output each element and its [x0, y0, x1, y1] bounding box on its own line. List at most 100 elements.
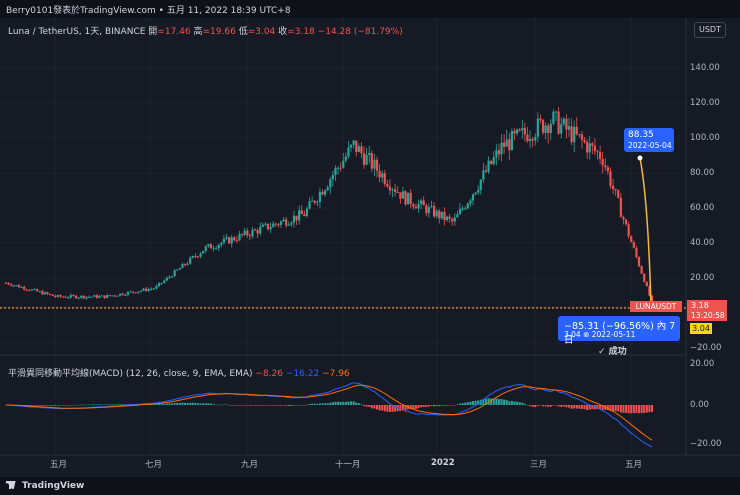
- macd-histogram-bar: [575, 405, 578, 409]
- macd-histogram-bar: [344, 401, 347, 405]
- macd-histogram-bar: [121, 404, 124, 405]
- candle-body: [500, 142, 503, 155]
- macd-histogram-bar: [466, 402, 469, 405]
- candle-body: [339, 167, 342, 169]
- macd-histogram-bar: [505, 399, 508, 405]
- candle-body: [368, 153, 371, 155]
- candle-body: [591, 143, 594, 146]
- macd-histogram-bar: [531, 405, 534, 407]
- macd-histogram-bar: [388, 405, 391, 412]
- candle-body: [409, 192, 412, 205]
- currency-button[interactable]: USDT: [694, 22, 726, 38]
- candle-body: [220, 242, 223, 245]
- price-tick: 80.00: [690, 168, 715, 178]
- candle-body: [142, 288, 145, 291]
- chart-canvas[interactable]: [0, 0, 740, 495]
- macd-histogram-bar: [171, 403, 174, 405]
- macd-histogram-bar: [196, 403, 199, 405]
- macd-histogram-bar: [238, 405, 241, 406]
- candle-body: [82, 295, 85, 299]
- macd-histogram-bar: [103, 404, 106, 406]
- macd-histogram-bar: [259, 405, 262, 406]
- macd-histogram-bar: [62, 405, 65, 406]
- legend-symbol: Luna / TetherUS, 1天, BINANCE: [8, 27, 146, 37]
- candle-body: [209, 244, 213, 249]
- candle-body: [38, 291, 41, 293]
- macd-histogram-bar: [95, 404, 98, 406]
- candle-body: [33, 289, 36, 291]
- macd-histogram-bar: [557, 405, 560, 407]
- candle-body: [72, 294, 75, 296]
- candle-body: [98, 296, 101, 298]
- macd-histogram-bar: [72, 404, 75, 406]
- candle-body: [90, 296, 93, 298]
- macd-histogram-bar: [246, 405, 249, 406]
- macd-histogram-bar: [305, 404, 308, 406]
- candle-body: [534, 136, 537, 141]
- macd-histogram-bar: [75, 404, 78, 406]
- candle-body: [430, 205, 433, 207]
- candle-body: [560, 124, 563, 134]
- macd-histogram-bar: [80, 404, 83, 406]
- candle-body: [137, 291, 140, 293]
- macd-histogram-bar: [168, 403, 171, 405]
- candle-body: [108, 295, 111, 297]
- candle-body: [425, 205, 428, 214]
- macd-histogram-bar: [272, 405, 275, 406]
- candle-body: [238, 233, 241, 241]
- macd-histogram-bar: [560, 405, 563, 407]
- macd-histogram-bar: [251, 405, 254, 406]
- candle-body: [505, 139, 508, 147]
- macd-histogram-bar: [82, 404, 85, 406]
- candle-body: [163, 280, 166, 283]
- macd-histogram-bar: [233, 405, 236, 406]
- macd-legend[interactable]: 平滑異同移動平均線(MACD) (12, 26, close, 9, EMA, …: [8, 366, 350, 379]
- macd-histogram-bar: [612, 405, 615, 412]
- candle-body: [495, 150, 498, 158]
- candle-body: [69, 294, 72, 298]
- macd-histogram-bar: [464, 402, 467, 405]
- macd-histogram-bar: [640, 405, 643, 414]
- macd-histogram-bar: [549, 405, 552, 407]
- candle-body: [624, 219, 628, 225]
- macd-histogram-bar: [567, 405, 570, 408]
- candle-body: [596, 151, 599, 153]
- candle-body: [194, 255, 197, 257]
- candle-body: [199, 253, 202, 257]
- macd-histogram-bar: [88, 404, 91, 406]
- candle-body: [178, 268, 181, 270]
- macd-histogram-bar: [165, 403, 168, 405]
- macd-histogram-bar: [261, 405, 264, 406]
- measure-line: [639, 157, 652, 307]
- candle-body: [165, 277, 168, 281]
- candle-body: [233, 237, 236, 241]
- macd-histogram-bar: [386, 405, 389, 412]
- candle-body: [43, 292, 47, 295]
- macd-histogram-bar: [178, 402, 181, 405]
- macd-histogram-bar: [324, 403, 327, 405]
- macd-histogram-bar: [77, 404, 80, 406]
- candle-body: [119, 293, 122, 296]
- candle-body: [578, 134, 581, 136]
- candle-body: [272, 223, 275, 228]
- symbol-legend[interactable]: Luna / TetherUS, 1天, BINANCE 開=17.46 高=1…: [8, 24, 403, 37]
- tradingview-logo[interactable]: TradingView: [6, 481, 84, 491]
- candle-body: [362, 153, 366, 165]
- macd-histogram-bar: [248, 405, 251, 406]
- candle-body: [54, 295, 57, 297]
- macd-histogram-bar: [331, 402, 334, 405]
- candle-body: [635, 247, 638, 258]
- macd-histogram-bar: [217, 404, 220, 406]
- candle-body: [438, 210, 441, 219]
- macd-histogram-bar: [54, 405, 57, 406]
- macd-histogram-bar: [311, 403, 314, 405]
- macd-line-value: −16.22: [285, 369, 320, 379]
- macd-histogram-bar: [155, 404, 158, 405]
- candle-body: [228, 237, 231, 244]
- macd-histogram-bar: [119, 404, 122, 405]
- macd-histogram-bar: [194, 402, 197, 405]
- macd-histogram-bar: [459, 403, 462, 405]
- macd-histogram-bar: [337, 401, 340, 405]
- macd-histogram-bar: [202, 403, 205, 405]
- macd-histogram-bar: [471, 401, 474, 405]
